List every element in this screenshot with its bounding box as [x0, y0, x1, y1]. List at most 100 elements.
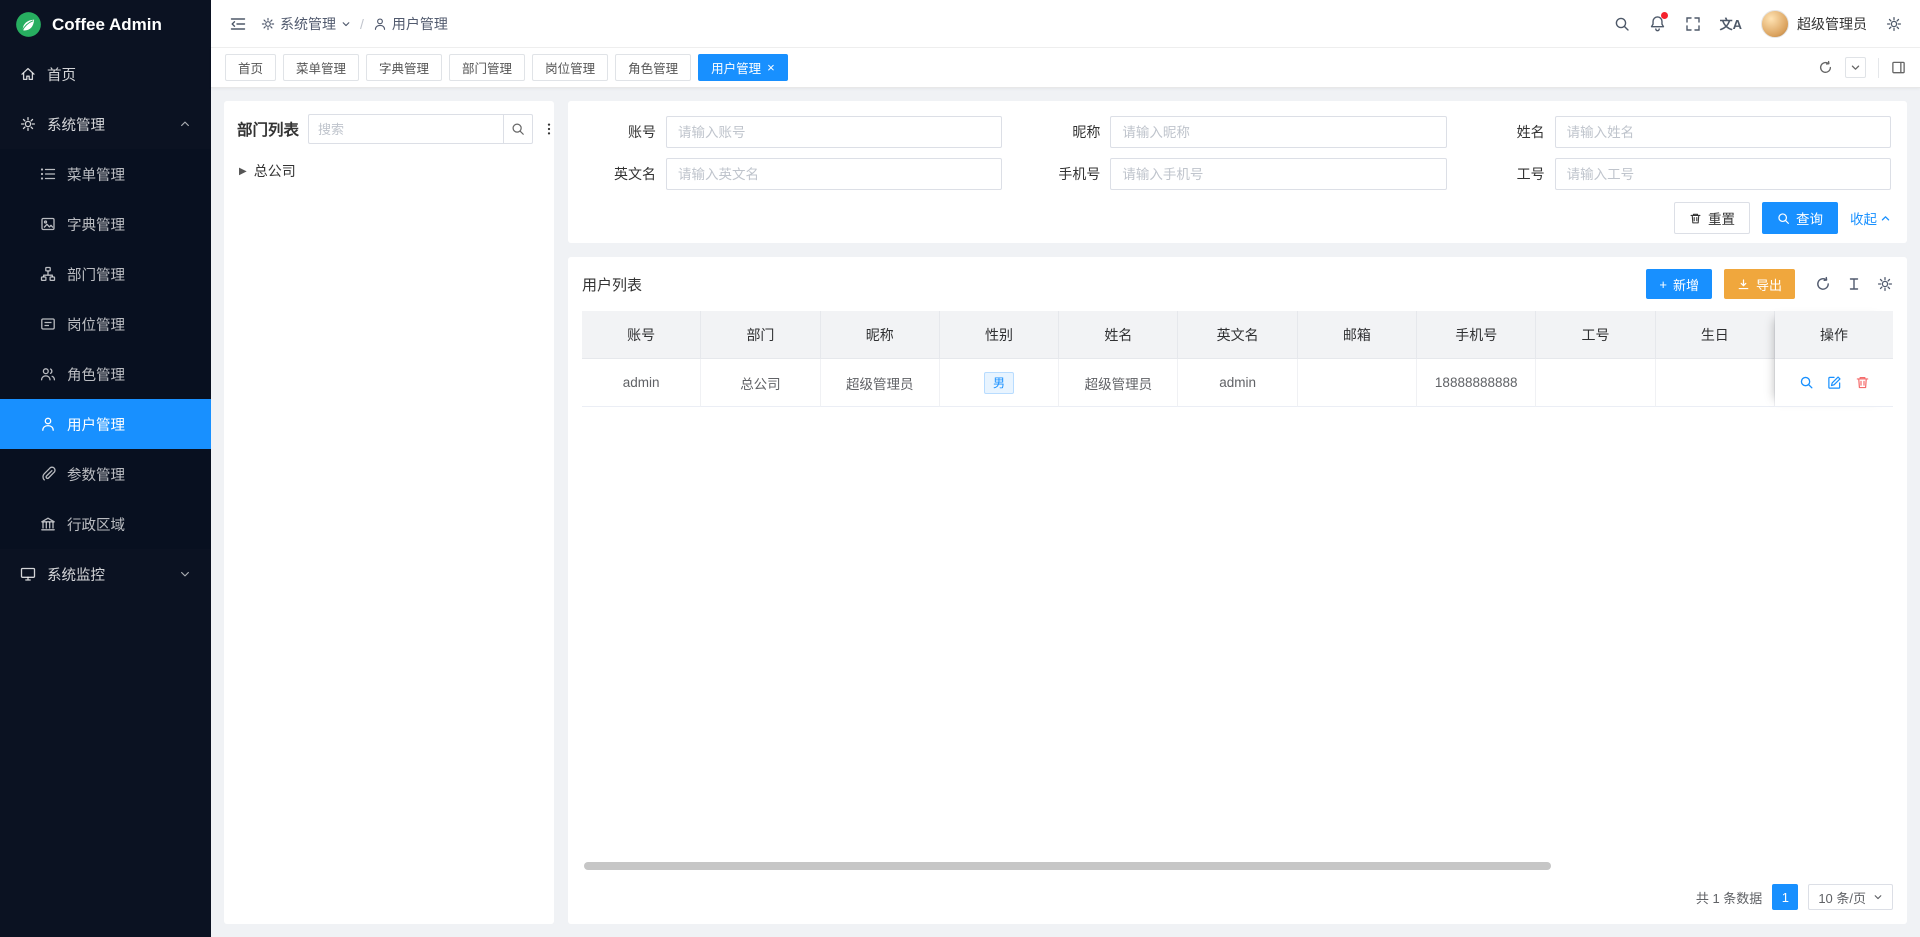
reset-icon [1689, 212, 1702, 225]
tab-bar-controls [1818, 57, 1906, 78]
department-search-input[interactable] [308, 114, 503, 144]
layout-icon[interactable] [1891, 60, 1906, 75]
menu-fold-icon[interactable] [229, 15, 247, 33]
department-panel-title: 部门列表 [237, 118, 299, 140]
breadcrumb-label: 用户管理 [392, 14, 448, 34]
sidebar-item-admin-region[interactable]: 行政区域 [0, 499, 211, 549]
cell-email [1298, 359, 1417, 407]
field-phone: 手机号 [1028, 158, 1446, 190]
gender-tag: 男 [984, 372, 1014, 394]
cell-job-number [1536, 359, 1655, 407]
sidebar-item-dict-mgmt[interactable]: 字典管理 [0, 199, 211, 249]
search-form: 账号 昵称 姓名 英文名 [584, 116, 1891, 190]
english-name-input[interactable] [666, 158, 1002, 190]
sidebar-item-post-mgmt[interactable]: 岗位管理 [0, 299, 211, 349]
fullscreen-icon[interactable] [1685, 16, 1701, 32]
tab-dept-mgmt[interactable]: 部门管理 [449, 54, 525, 81]
breadcrumb-user-mgmt[interactable]: 用户管理 [373, 14, 448, 34]
gear-icon[interactable] [1877, 276, 1893, 292]
column-header: 手机号 [1417, 311, 1536, 359]
operations-column: 操作 [1775, 311, 1893, 407]
field-name: 姓名 [1473, 116, 1891, 148]
horizontal-scrollbar [584, 862, 1891, 870]
settings-gear-icon[interactable] [1886, 16, 1902, 32]
header-actions: 文A 超级管理员 [1614, 10, 1902, 38]
collapse-link[interactable]: 收起 [1850, 208, 1891, 228]
add-button[interactable]: + 新增 [1646, 269, 1712, 299]
sidebar-item-label: 字典管理 [67, 214, 125, 235]
view-icon[interactable] [1799, 375, 1814, 390]
tab-user-mgmt[interactable]: 用户管理 × [698, 54, 788, 81]
more-vertical-icon[interactable] [542, 122, 556, 136]
delete-icon[interactable] [1855, 375, 1870, 390]
divider [1878, 58, 1879, 78]
field-label: 姓名 [1473, 122, 1545, 142]
gear-icon [261, 17, 275, 31]
notification-bell-icon[interactable] [1649, 15, 1666, 32]
nickname-input[interactable] [1110, 116, 1446, 148]
user-menu[interactable]: 超级管理员 [1761, 10, 1867, 38]
breadcrumb-label: 系统管理 [280, 14, 336, 34]
caret-right-icon[interactable]: ▶ [239, 166, 247, 177]
name-input[interactable] [1555, 116, 1891, 148]
tab-post-mgmt[interactable]: 岗位管理 [532, 54, 608, 81]
column-header: 邮箱 [1298, 311, 1417, 359]
export-button[interactable]: 导出 [1724, 269, 1795, 299]
coffee-logo-icon [15, 11, 42, 38]
chevron-down-icon[interactable] [1845, 57, 1866, 78]
user-table: 账号 部门 昵称 性别 姓名 英文名 邮箱 手机号 工号 生日 [582, 311, 1893, 407]
department-search [308, 114, 533, 144]
breadcrumb-separator: / [360, 16, 364, 32]
column-header: 姓名 [1059, 311, 1178, 359]
search-button[interactable] [503, 114, 533, 144]
field-label: 手机号 [1028, 164, 1100, 184]
tab-menu-mgmt[interactable]: 菜单管理 [283, 54, 359, 81]
translate-icon[interactable]: 文A [1720, 14, 1742, 33]
image-icon [40, 216, 56, 232]
page-number-button[interactable]: 1 [1772, 884, 1798, 910]
column-header-operations: 操作 [1775, 311, 1893, 359]
search-form-card: 账号 昵称 姓名 英文名 [568, 101, 1907, 243]
sidebar-item-system-mgmt[interactable]: 系统管理 [0, 99, 211, 149]
tree-node-head-office[interactable]: ▶ 总公司 [237, 156, 541, 186]
department-panel: 部门列表 ▶ 总公司 [224, 101, 554, 924]
bank-icon [40, 516, 56, 532]
query-button[interactable]: 查询 [1762, 202, 1838, 234]
sidebar-item-system-monitor[interactable]: 系统监控 [0, 549, 211, 599]
sidebar-item-user-mgmt[interactable]: 用户管理 [0, 399, 211, 449]
chevron-up-icon [179, 118, 191, 130]
main-area: 系统管理 / 用户管理 文A 超级管理员 [211, 0, 1920, 937]
tab-home[interactable]: 首页 [225, 54, 276, 81]
breadcrumb-system-mgmt[interactable]: 系统管理 [261, 14, 351, 34]
close-icon[interactable]: × [767, 61, 775, 74]
chevron-up-icon [1880, 213, 1891, 224]
sidebar-item-param-mgmt[interactable]: 参数管理 [0, 449, 211, 499]
reset-button[interactable]: 重置 [1674, 202, 1750, 234]
field-account: 账号 [584, 116, 1002, 148]
scrollbar-thumb[interactable] [584, 862, 1551, 870]
cell-operations [1775, 359, 1893, 407]
app-root: Coffee Admin 首页 系统管理 菜单管理 字典管理 [0, 0, 1920, 937]
pagination: 共 1 条数据 1 10 条/页 [582, 876, 1893, 918]
chevron-down-icon [1873, 892, 1883, 902]
refresh-icon[interactable] [1815, 276, 1831, 292]
sidebar-item-dept-mgmt[interactable]: 部门管理 [0, 249, 211, 299]
user-list-title: 用户列表 [582, 274, 642, 295]
edit-icon[interactable] [1827, 375, 1842, 390]
refresh-icon[interactable] [1818, 60, 1833, 75]
column-settings-icon[interactable] [1846, 276, 1862, 292]
tab-role-mgmt[interactable]: 角色管理 [615, 54, 691, 81]
page-size-select[interactable]: 10 条/页 [1808, 884, 1893, 910]
column-header: 昵称 [821, 311, 940, 359]
sidebar-item-home[interactable]: 首页 [0, 49, 211, 99]
sidebar-item-role-mgmt[interactable]: 角色管理 [0, 349, 211, 399]
search-icon[interactable] [1614, 16, 1630, 32]
tab-dict-mgmt[interactable]: 字典管理 [366, 54, 442, 81]
column-header: 生日 [1656, 311, 1775, 359]
username: 超级管理员 [1797, 14, 1867, 34]
account-input[interactable] [666, 116, 1002, 148]
sidebar-item-label: 部门管理 [67, 264, 125, 285]
phone-input[interactable] [1110, 158, 1446, 190]
sidebar-item-menu-mgmt[interactable]: 菜单管理 [0, 149, 211, 199]
job-number-input[interactable] [1555, 158, 1891, 190]
